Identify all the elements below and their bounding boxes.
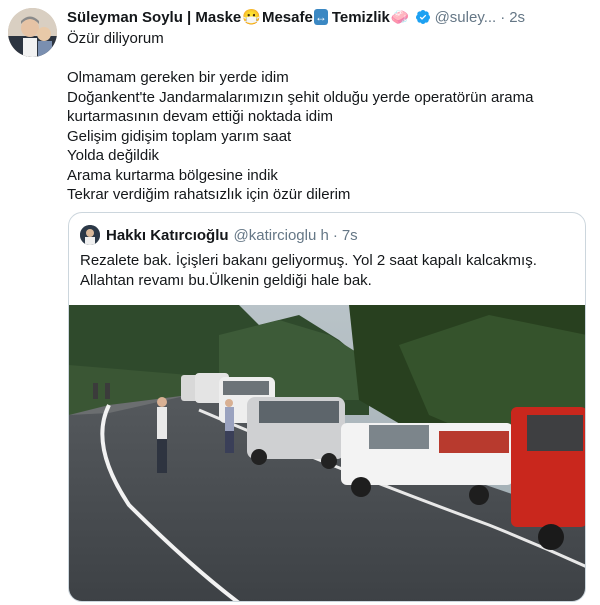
author-name[interactable]: Süleyman Soylu | Maske: [67, 9, 241, 26]
quoted-timestamp: 7s: [341, 226, 358, 244]
tweet-line: Özür diliyorum: [67, 30, 164, 47]
quoted-tweet[interactable]: Hakkı Katırcıoğlu @katircioglu h · 7s Re…: [68, 212, 586, 602]
tweet-line: Olmamam gereken bir yerde idim: [67, 69, 289, 86]
tweet-line: Doğankent'te Jandarmalarımızın şehit old…: [67, 88, 534, 106]
tweet-timestamp[interactable]: 2s: [509, 9, 525, 26]
tweet-line: Gelişim gidişim toplam yarım saat: [67, 127, 292, 145]
author-avatar[interactable]: [8, 8, 57, 57]
tweet: Süleyman Soylu | Maske 😷 Mesafe ↔ Temizl…: [0, 0, 600, 605]
verified-badge-icon: [415, 10, 430, 24]
quoted-tweet-header: Hakkı Katırcıoğlu @katircioglu h · 7s: [80, 225, 358, 245]
author-name-part3[interactable]: Temizlik: [332, 9, 390, 26]
separator-dot: ·: [500, 8, 506, 26]
road-convoy-photo[interactable]: [69, 305, 586, 602]
tweet-line: Tekrar verdiğim rahatsızlık için özür di…: [67, 186, 351, 203]
tweet-line: kurtarmasının devam ettiği noktada idim: [67, 108, 333, 125]
soap-emoji-icon: 🧼: [390, 9, 410, 26]
quoted-tweet-line: Rezalete bak. İçişleri bakanı geliyormuş…: [80, 252, 537, 269]
left-right-arrow-emoji-icon: ↔: [313, 9, 328, 25]
quoted-tweet-text: Rezalete bak. İçişleri bakanı geliyormuş…: [80, 251, 575, 290]
separator-dot: ·: [332, 226, 338, 244]
mask-emoji-icon: 😷: [242, 9, 261, 26]
author-handle[interactable]: @suley...: [435, 9, 497, 26]
quoted-tweet-line: Allahtan revamı bu.Ülkenin geldiği hale …: [80, 271, 372, 289]
tweet-line: Yolda değildik: [67, 147, 160, 164]
quoted-author-avatar: [80, 225, 100, 245]
tweet-text: Özür diliyorum Olmamam gereken bir yerde…: [67, 29, 590, 205]
quoted-author-name: Hakkı Katırcıoğlu: [106, 226, 229, 244]
tweet-header: Süleyman Soylu | Maske 😷 Mesafe ↔ Temizl…: [67, 7, 592, 27]
quoted-author-handle: @katircioglu h: [233, 226, 329, 244]
tweet-line: Arama kurtarma bölgesine indik: [67, 166, 278, 184]
author-name-part2[interactable]: Mesafe: [262, 9, 313, 26]
